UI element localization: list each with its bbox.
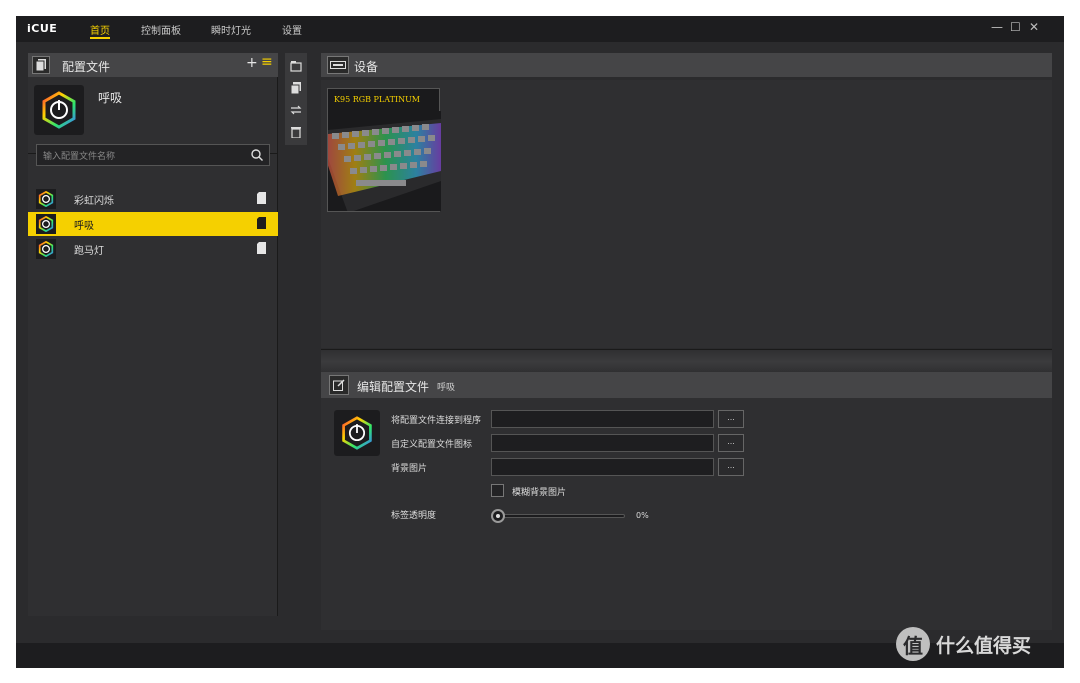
active-tab-indicator <box>90 37 110 39</box>
tab-opacity-label: 标签透明度 <box>391 511 437 521</box>
custom-icon-label: 自定义配置文件图标 <box>391 440 473 450</box>
edit-profile-panel: 将配置文件连接到程序 ... 自定义配置文件图标 ... 背景图片 ... 模糊… <box>321 398 1052 630</box>
keyboard-icon <box>327 56 349 74</box>
new-folder-icon[interactable] <box>290 60 302 72</box>
watermark-text: 什么值得买 <box>936 634 1032 657</box>
profiles-icon <box>32 56 50 74</box>
search-placeholder: 输入配置文件名称 <box>43 152 116 162</box>
profile-item-label: 跑马灯 <box>74 246 104 257</box>
edit-profile-icon[interactable] <box>334 410 380 456</box>
device-name: K95 RGB PLATINUM <box>334 95 420 104</box>
tab-settings[interactable]: 设置 <box>282 22 302 37</box>
watermark: 值 什么值得买 <box>896 624 1031 664</box>
profile-tool-strip <box>285 53 307 145</box>
edit-profile-name: 呼吸 <box>437 383 456 393</box>
import-export-icon[interactable] <box>290 104 302 116</box>
tab-instant-lighting[interactable]: 瞬时灯光 <box>211 22 251 37</box>
custom-icon-field[interactable] <box>491 434 714 452</box>
current-profile-name: 呼吸 <box>98 91 123 105</box>
devices-header: 设备 <box>321 53 1052 77</box>
profile-item-breathing[interactable]: 呼吸 <box>28 212 278 236</box>
close-button[interactable]: ✕ <box>1029 20 1039 34</box>
edit-icon <box>329 375 349 395</box>
custom-icon-browse-button[interactable]: ... <box>718 434 744 452</box>
devices-title: 设备 <box>354 60 379 74</box>
keyboard-image <box>328 111 441 211</box>
profile-item-label: 彩虹闪烁 <box>74 196 114 207</box>
icue-window: iCUE 首页 控制面板 瞬时灯光 设置 — ☐ ✕ 配置文件 + ≡ 呼吸 输… <box>16 16 1064 668</box>
sd-card-icon[interactable] <box>257 242 266 254</box>
link-program-label: 将配置文件连接到程序 <box>391 416 482 426</box>
background-image-label: 背景图片 <box>391 464 428 474</box>
search-icon[interactable] <box>251 149 263 161</box>
panel-divider[interactable] <box>321 349 1052 373</box>
profiles-header: 配置文件 + ≡ <box>28 53 278 77</box>
device-card-k95[interactable]: K95 RGB PLATINUM <box>327 88 441 212</box>
edit-profile-title: 编辑配置文件 <box>357 380 430 394</box>
profile-item-marquee[interactable]: 跑马灯 <box>28 237 278 261</box>
current-profile-icon <box>34 85 84 135</box>
tab-home[interactable]: 首页 <box>90 22 110 37</box>
blur-background-label: 模糊背景图片 <box>512 488 567 498</box>
edit-profile-header: 编辑配置文件 呼吸 <box>321 372 1052 398</box>
blur-background-checkbox[interactable] <box>491 484 504 497</box>
link-program-field[interactable] <box>491 410 714 428</box>
opacity-slider-track[interactable] <box>493 514 625 518</box>
sd-card-icon[interactable] <box>257 192 266 204</box>
sd-card-icon[interactable] <box>257 217 266 229</box>
tab-dashboard[interactable]: 控制面板 <box>141 22 181 37</box>
background-image-browse-button[interactable]: ... <box>718 458 744 476</box>
maximize-button[interactable]: ☐ <box>1010 20 1021 34</box>
duplicate-icon[interactable] <box>290 82 302 94</box>
background-image-field[interactable] <box>491 458 714 476</box>
profile-item-icon <box>36 189 56 209</box>
profile-item-icon <box>36 214 56 234</box>
title-bar: iCUE 首页 控制面板 瞬时灯光 设置 — ☐ ✕ <box>16 16 1064 42</box>
profile-item-label: 呼吸 <box>74 221 94 232</box>
add-profile-button[interactable]: + <box>246 55 258 71</box>
profile-item-icon <box>36 239 56 259</box>
watermark-logo: 值 <box>896 627 930 661</box>
profiles-panel: 呼吸 输入配置文件名称 彩虹闪烁 呼吸 跑马灯 <box>28 77 278 616</box>
profile-search-input[interactable]: 输入配置文件名称 <box>36 144 270 166</box>
opacity-slider-handle[interactable] <box>491 509 505 523</box>
profiles-menu-button[interactable]: ≡ <box>261 54 273 70</box>
minimize-button[interactable]: — <box>991 20 1003 34</box>
profiles-title: 配置文件 <box>62 60 111 74</box>
trash-icon[interactable] <box>290 126 302 138</box>
opacity-value: 0% <box>636 511 649 520</box>
profile-item-rainbow[interactable]: 彩虹闪烁 <box>28 187 278 211</box>
link-program-browse-button[interactable]: ... <box>718 410 744 428</box>
app-logo: iCUE <box>27 22 58 35</box>
